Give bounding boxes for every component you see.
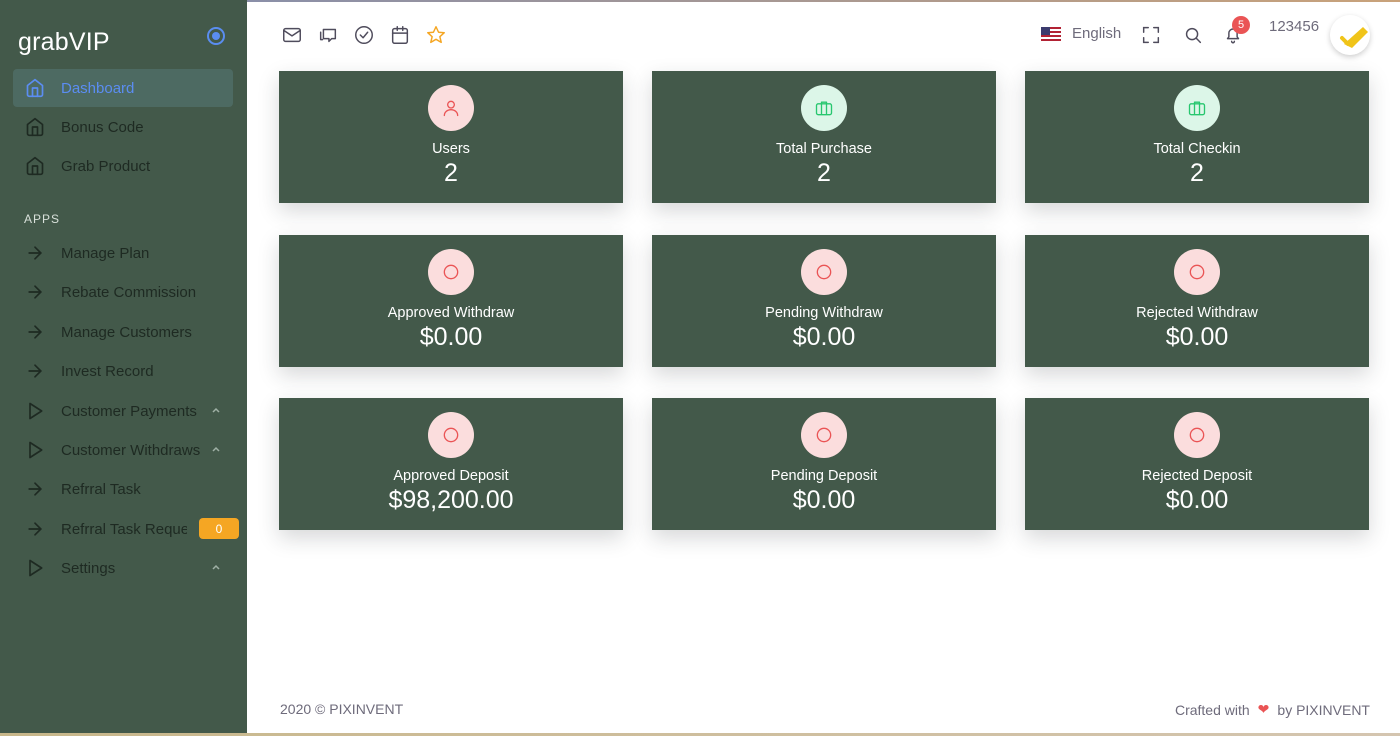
play-icon [25,440,45,460]
sidebar-item-label: Bonus Code [61,118,144,136]
check-circle-icon[interactable] [353,24,375,46]
sidebar-section-apps: APPS [24,212,61,226]
sidebar-item-label: Grab Product [61,157,151,175]
language-selector[interactable]: English [1041,25,1121,42]
sidebar-item-label: Manage Customers [61,323,192,341]
sidebar-item-invest-record[interactable]: Invest Record [13,352,233,390]
user-icon [428,85,474,131]
sidebar-item-refrral-task[interactable]: Refrral Task [13,470,233,508]
arrow-right-icon [25,519,45,539]
briefcase-icon [1174,85,1220,131]
arrow-right-icon [25,361,45,381]
briefcase-icon [801,85,847,131]
sidebar-item-rebate-commission[interactable]: Rebate Commission [13,273,233,311]
arrow-right-icon [25,282,45,302]
sidebar: grabVIP Dashboard Bonus Code Grab Produc… [0,0,247,736]
avatar[interactable] [1330,15,1370,55]
username[interactable]: 123456 [1269,18,1319,35]
stat-card-pending-deposit: Pending Deposit $0.00 [652,398,996,530]
card-value: $0.00 [419,323,483,351]
sidebar-item-label: Settings [61,559,116,577]
sidebar-item-label: Invest Record [61,362,154,380]
sidebar-item-label: Manage Plan [61,244,150,262]
card-title: Rejected Deposit [1141,468,1253,484]
sidebar-item-grab-product[interactable]: Grab Product [13,147,233,185]
sidebar-item-customer-payments[interactable]: Customer Payments [13,392,233,430]
stat-card-approved-deposit: Approved Deposit $98,200.00 [279,398,623,530]
card-title: Pending Deposit [770,468,878,484]
mail-icon[interactable] [281,24,303,46]
circle-icon [428,412,474,458]
circle-icon [428,249,474,295]
sidebar-item-customer-withdraws[interactable]: Customer Withdraws [13,431,233,469]
sidebar-item-label: Refrral Task [61,480,141,498]
card-title: Total Checkin [1153,141,1241,157]
home-icon [25,117,45,137]
sidebar-item-manage-plan[interactable]: Manage Plan [13,234,233,272]
card-value: $0.00 [792,323,856,351]
play-icon [25,401,45,421]
arrow-right-icon [25,322,45,342]
sidebar-item-label: Customer Withdraws [61,441,201,459]
footer-copyright: 2020 © PIXINVENT [280,701,404,717]
sidebar-item-dashboard[interactable]: Dashboard [13,69,233,107]
circle-icon [801,249,847,295]
heart-icon: ❤ [1257,701,1270,717]
notification-badge: 5 [1232,16,1250,34]
sidebar-item-bonus-code[interactable]: Bonus Code [13,108,233,146]
fullscreen-icon[interactable] [1140,24,1162,46]
card-title: Approved Deposit [393,468,509,484]
card-title: Approved Withdraw [387,305,515,321]
card-value: $0.00 [1165,323,1229,351]
chevron-up-icon[interactable] [211,444,221,454]
footer-crafted-prefix: Crafted with [1174,701,1250,718]
sidebar-item-label: Dashboard [61,79,135,97]
sidebar-item-label: Customer Payments [61,402,197,420]
arrow-right-icon [25,243,45,263]
brand-logo[interactable]: grabVIP [18,28,110,57]
play-icon [25,558,45,578]
us-flag-icon [1041,26,1061,41]
search-icon[interactable] [1182,24,1204,46]
circle-icon [1174,412,1220,458]
sidebar-toggle-icon[interactable] [207,27,225,45]
count-badge: 0 [199,518,239,539]
stat-card-rejected-deposit: Rejected Deposit $0.00 [1025,398,1369,530]
home-icon [25,156,45,176]
sidebar-item-refrral-task-request[interactable]: Refrral Task Request 0 [13,510,239,548]
footer-credits: Crafted with ❤ by PIXINVENT [1175,701,1370,718]
card-value: $98,200.00 [388,486,514,514]
card-title: Rejected Withdraw [1136,305,1258,321]
card-value: $0.00 [1165,486,1229,514]
card-title: Users [432,141,470,157]
stat-card-approved-withdraw: Approved Withdraw $0.00 [279,235,623,367]
calendar-icon[interactable] [389,24,411,46]
stat-card-rejected-withdraw: Rejected Withdraw $0.00 [1025,235,1369,367]
stat-card-pending-withdraw: Pending Withdraw $0.00 [652,235,996,367]
card-value: $0.00 [792,486,856,514]
sidebar-item-label: Rebate Commission [61,283,197,301]
stat-card-users: Users 2 [279,71,623,203]
star-icon[interactable] [425,24,447,46]
sidebar-item-settings[interactable]: Settings [13,549,233,587]
chevron-up-icon[interactable] [211,405,221,415]
sidebar-item-manage-customers[interactable]: Manage Customers [13,313,233,351]
stat-card-total-purchase: Total Purchase 2 [652,71,996,203]
card-title: Total Purchase [776,141,872,157]
card-value: 2 [444,159,458,187]
circle-icon [801,412,847,458]
sidebar-item-label: Refrral Task Request [61,520,187,538]
stat-card-total-checkin: Total Checkin 2 [1025,71,1369,203]
top-accent-line [247,0,1400,2]
card-value: 2 [1190,159,1204,187]
chevron-up-icon[interactable] [211,562,221,572]
chat-icon[interactable] [317,24,339,46]
card-title: Pending Withdraw [765,305,883,321]
card-value: 2 [817,159,831,187]
home-icon [25,78,45,98]
arrow-right-icon [25,479,45,499]
footer-crafted-suffix: by PIXINVENT [1277,701,1370,718]
circle-icon [1174,249,1220,295]
language-label: English [1072,25,1122,42]
